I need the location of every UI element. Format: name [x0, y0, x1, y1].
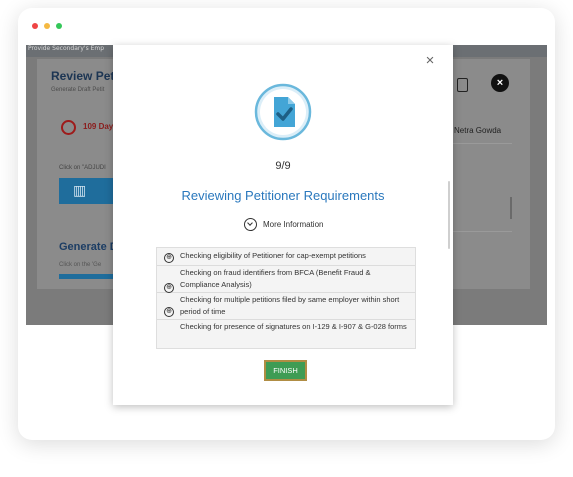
chevron-down-icon	[244, 217, 257, 231]
generate-subtitle: Click on the 'Ge	[59, 262, 102, 268]
step-count: 9/9	[275, 160, 291, 172]
background-close-icon[interactable]: ×	[491, 74, 509, 92]
list-item[interactable]: ⊕ Checking for multiple petitions filed …	[157, 293, 415, 320]
background-subtitle: Generate Draft Petit	[51, 87, 105, 93]
generate-progress-bar	[59, 274, 114, 279]
background-instruction: Click on "ADJUDI	[59, 165, 106, 171]
close-dot[interactable]	[32, 23, 38, 29]
clock-icon	[61, 120, 76, 135]
background-scrollbar[interactable]	[510, 197, 512, 219]
more-information-label: More Information	[263, 219, 324, 229]
window-controls	[32, 23, 62, 29]
divider	[449, 231, 512, 232]
list-item[interactable]: ⊕ Checking eligibility of Petitioner for…	[157, 248, 415, 266]
days-remaining: 109 Day	[83, 122, 114, 131]
more-information-toggle[interactable]: More Information	[244, 217, 323, 231]
finish-button[interactable]: FINISH	[264, 360, 307, 381]
generate-title: Generate D	[59, 241, 118, 253]
checklist: ⊕ Checking eligibility of Petitioner for…	[156, 247, 416, 349]
list-item-text: Checking on fraud identifiers from BFCA …	[180, 268, 371, 289]
maximize-dot[interactable]	[56, 23, 62, 29]
top-strip-text: Provide Secondary's Emp	[28, 45, 105, 52]
list-item-text: Checking for presence of signatures on I…	[180, 322, 407, 331]
expand-icon[interactable]: ⊕	[164, 253, 174, 263]
adjudication-button[interactable]: ▥	[59, 178, 114, 204]
progress-modal: × 9/9 Reviewing Petitioner Requirements …	[113, 45, 453, 405]
modal-title: Reviewing Petitioner Requirements	[181, 188, 385, 203]
expand-icon[interactable]: ⊕	[164, 307, 174, 317]
list-item[interactable]: ⊕ Checking on fraud identifiers from BFC…	[157, 266, 415, 293]
user-name: Netra Gowda	[454, 126, 502, 135]
list-item[interactable]: Checking for presence of signatures on I…	[157, 320, 415, 334]
background-title: Review Peti	[51, 69, 118, 83]
divider	[449, 143, 512, 144]
close-icon[interactable]: ×	[422, 53, 438, 69]
minimize-dot[interactable]	[44, 23, 50, 29]
document-icon[interactable]	[457, 78, 468, 92]
document-check-icon	[254, 83, 312, 141]
list-item-text: Checking eligibility of Petitioner for c…	[180, 251, 366, 260]
expand-icon[interactable]: ⊕	[164, 283, 174, 293]
chart-icon: ▥	[73, 182, 87, 198]
list-item-text: Checking for multiple petitions filed by…	[180, 295, 400, 316]
